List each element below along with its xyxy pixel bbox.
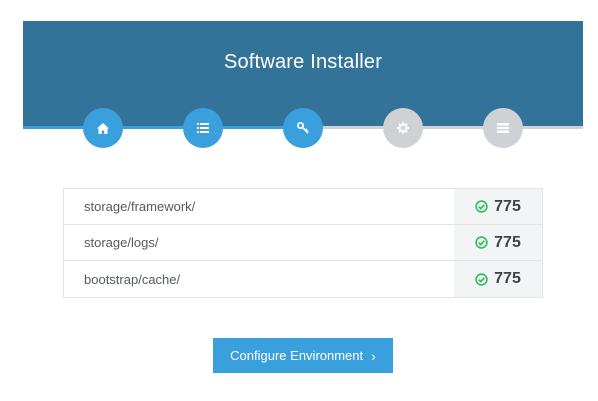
configure-environment-button[interactable]: Configure Environment › [213, 338, 393, 373]
home-icon [97, 122, 109, 134]
permission-value: 775 [494, 270, 521, 287]
permission-path: bootstrap/cache/ [64, 261, 454, 297]
permission-value: 775 [494, 233, 521, 251]
gear-icon [397, 122, 409, 134]
key-icon [297, 122, 309, 134]
page-title: Software Installer [223, 51, 383, 73]
step-requirements[interactable] [183, 108, 223, 148]
permission-status: 775 [454, 189, 542, 224]
check-circle-icon [475, 200, 488, 213]
step-permissions[interactable] [283, 108, 323, 148]
step-final[interactable] [483, 108, 523, 148]
check-circle-icon [475, 236, 488, 249]
step-environment[interactable] [383, 108, 423, 148]
permissions-table: storage/framework/ 775 storage/logs/ 775… [63, 188, 543, 298]
table-row: storage/logs/ 775 [64, 225, 542, 261]
table-row: bootstrap/cache/ 775 [64, 261, 542, 297]
permission-status: 775 [454, 261, 542, 297]
server-icon [497, 123, 509, 133]
permission-status: 775 [454, 225, 542, 260]
permission-value: 775 [494, 197, 521, 215]
permission-path: storage/logs/ [64, 225, 454, 260]
permission-path: storage/framework/ [64, 189, 454, 224]
check-circle-icon [475, 272, 488, 286]
table-row: storage/framework/ 775 [64, 189, 542, 225]
step-home[interactable] [83, 108, 123, 148]
configure-environment-label: Configure Environment [230, 348, 364, 363]
list-icon [197, 123, 209, 133]
chevron-right-icon: › [371, 347, 376, 364]
wizard-progress-fill [23, 126, 303, 129]
